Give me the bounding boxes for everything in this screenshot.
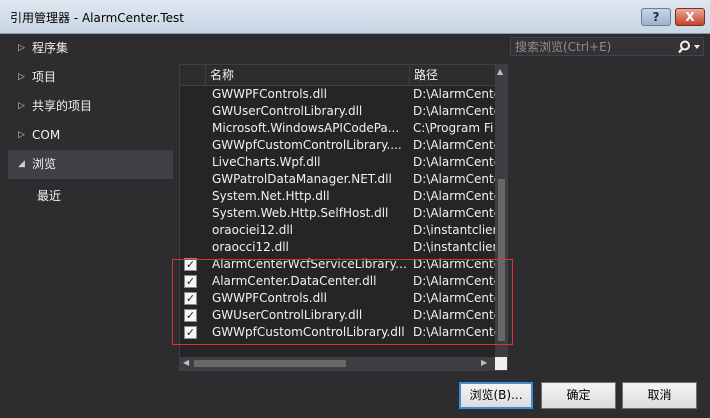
scroll-up-icon[interactable]: ▲ <box>497 67 503 76</box>
table-row[interactable]: GWWpfCustomControlLibrary.... D:\AlarmCen… <box>180 137 496 154</box>
row-checkbox[interactable]: ✓ <box>184 326 197 339</box>
expand-arrow-icon: ▷ <box>18 43 25 53</box>
browse-button[interactable]: 浏览(B)... <box>459 382 533 409</box>
window-title: 引用管理器 - AlarmCenter.Test <box>10 11 185 25</box>
search-input[interactable] <box>515 39 675 55</box>
left-nav: ▷ 程序集 ▷ 项目 ▷ 共享的项目 ▷ COM ◢ 浏览 最近 <box>8 34 173 209</box>
row-name: AlarmCenterWcfServiceLibrary.... <box>212 257 407 271</box>
row-checkbox[interactable]: ✓ <box>184 275 197 288</box>
close-button[interactable]: X <box>675 8 705 26</box>
table-row[interactable]: ✓ GWWPFControls.dll D:\AlarmCente <box>180 290 496 307</box>
row-name: GWWpfCustomControlLibrary.dll <box>212 325 405 339</box>
row-path: D:\AlarmCente <box>413 104 495 118</box>
row-path: D:\AlarmCente <box>413 325 495 339</box>
table-row[interactable]: GWPatrolDataManager.NET.dll D:\AlarmCente <box>180 171 496 188</box>
row-name: GWUserControlLibrary.dll <box>212 308 363 322</box>
table-row[interactable]: System.Web.Http.SelfHost.dll D:\AlarmCent… <box>180 205 496 222</box>
row-name: GWUserControlLibrary.dll <box>212 104 363 118</box>
row-path: D:\instantclien <box>413 240 495 254</box>
scrollbar-thumb[interactable] <box>498 179 505 341</box>
table-row[interactable]: ✓ AlarmCenterWcfServiceLibrary.... D:\Alar… <box>180 256 496 273</box>
row-path: D:\AlarmCente <box>413 308 495 322</box>
row-name: GWWPFControls.dll <box>212 291 327 305</box>
table-row[interactable]: Microsoft.WindowsAPICodePa... C:\Program … <box>180 120 496 137</box>
row-path: D:\AlarmCente <box>413 87 495 101</box>
nav-item-label: COM <box>32 128 61 142</box>
row-name: GWPatrolDataManager.NET.dll <box>212 172 392 186</box>
table-row[interactable]: System.Net.Http.dll D:\AlarmCente <box>180 188 496 205</box>
row-path: D:\AlarmCente <box>413 138 495 152</box>
title-bar: 引用管理器 - AlarmCenter.Test ? X <box>0 0 710 34</box>
row-name: Microsoft.WindowsAPICodePa... <box>212 121 400 135</box>
row-path: D:\AlarmCente <box>413 291 495 305</box>
help-button[interactable]: ? <box>641 8 671 26</box>
scroll-right-icon[interactable]: ▶ <box>481 358 487 367</box>
row-path: D:\AlarmCente <box>413 257 495 271</box>
row-name: GWWPFControls.dll <box>212 87 327 101</box>
nav-item-recent[interactable]: 最近 <box>8 183 173 209</box>
row-checkbox[interactable]: ✓ <box>184 258 197 271</box>
row-path: D:\AlarmCente <box>413 155 495 169</box>
column-header-name[interactable]: 名称 <box>205 65 409 86</box>
row-name: System.Web.Http.SelfHost.dll <box>212 206 389 220</box>
ok-button[interactable]: 确定 <box>541 382 616 409</box>
table-row[interactable]: ✓ GWWpfCustomControlLibrary.dll D:\AlarmCe… <box>180 324 496 341</box>
row-path: D:\AlarmCente <box>413 189 495 203</box>
nav-item-com[interactable]: ▷ COM <box>8 121 173 150</box>
table-row[interactable]: LiveCharts.Wpf.dll D:\AlarmCente <box>180 154 496 171</box>
table-row[interactable]: GWUserControlLibrary.dll D:\AlarmCente <box>180 103 496 120</box>
nav-item-label: 程序集 <box>32 41 69 55</box>
table-row[interactable]: GWWPFControls.dll D:\AlarmCente <box>180 86 496 103</box>
search-box <box>510 37 704 56</box>
table-row[interactable]: ✓ AlarmCenter.DataCenter.dll D:\AlarmCente <box>180 273 496 290</box>
row-path: D:\AlarmCente <box>413 274 495 288</box>
table-row[interactable]: oraocci12.dll D:\instantclien <box>180 239 496 256</box>
row-name: GWWpfCustomControlLibrary.... <box>212 138 402 152</box>
reference-list: 名称 路径 GWWPFControls.dll D:\AlarmCente GWUs… <box>179 64 508 371</box>
nav-item-projects[interactable]: ▷ 项目 <box>8 63 173 92</box>
nav-item-assemblies[interactable]: ▷ 程序集 <box>8 34 173 63</box>
row-path: D:\AlarmCente <box>413 206 495 220</box>
nav-item-label: 项目 <box>32 70 57 84</box>
row-name: AlarmCenter.DataCenter.dll <box>212 274 377 288</box>
search-icon[interactable] <box>677 39 703 55</box>
expand-arrow-icon: ▷ <box>18 130 25 140</box>
table-row[interactable]: ✓ GWUserControlLibrary.dll D:\AlarmCente <box>180 307 496 324</box>
list-header: 名称 路径 <box>180 65 496 86</box>
row-name: LiveCharts.Wpf.dll <box>212 155 321 169</box>
row-path: C:\Program Fi <box>413 121 494 135</box>
nav-item-label: 共享的项目 <box>32 99 93 113</box>
cancel-button[interactable]: 取消 <box>622 382 697 409</box>
scroll-left-icon[interactable]: ◀ <box>183 358 189 367</box>
row-name: System.Net.Http.dll <box>212 189 330 203</box>
nav-item-shared-projects[interactable]: ▷ 共享的项目 <box>8 92 173 121</box>
column-header-path[interactable]: 路径 <box>409 65 496 86</box>
nav-item-label: 最近 <box>37 189 62 203</box>
row-path: D:\instantclien <box>413 223 495 237</box>
row-checkbox[interactable]: ✓ <box>184 292 197 305</box>
vertical-scrollbar[interactable]: ▲ <box>495 65 507 357</box>
expand-arrow-icon: ▷ <box>18 72 25 82</box>
row-name: oraociei12.dll <box>212 223 293 237</box>
nav-item-label: 浏览 <box>32 157 57 171</box>
row-checkbox[interactable]: ✓ <box>184 309 197 322</box>
table-row[interactable]: oraociei12.dll D:\instantclien <box>180 222 496 239</box>
nav-item-browse[interactable]: ◢ 浏览 <box>8 150 173 179</box>
list-rows: GWWPFControls.dll D:\AlarmCente GWUserCont… <box>180 86 496 341</box>
horizontal-scrollbar[interactable]: ◀ ▶ <box>180 357 495 370</box>
row-path: D:\AlarmCente <box>413 172 495 186</box>
scrollbar-corner <box>495 357 507 370</box>
expand-arrow-icon: ▷ <box>18 101 25 111</box>
scrollbar-thumb[interactable] <box>194 360 346 367</box>
collapse-arrow-icon: ◢ <box>18 159 25 169</box>
row-name: oraocci12.dll <box>212 240 289 254</box>
